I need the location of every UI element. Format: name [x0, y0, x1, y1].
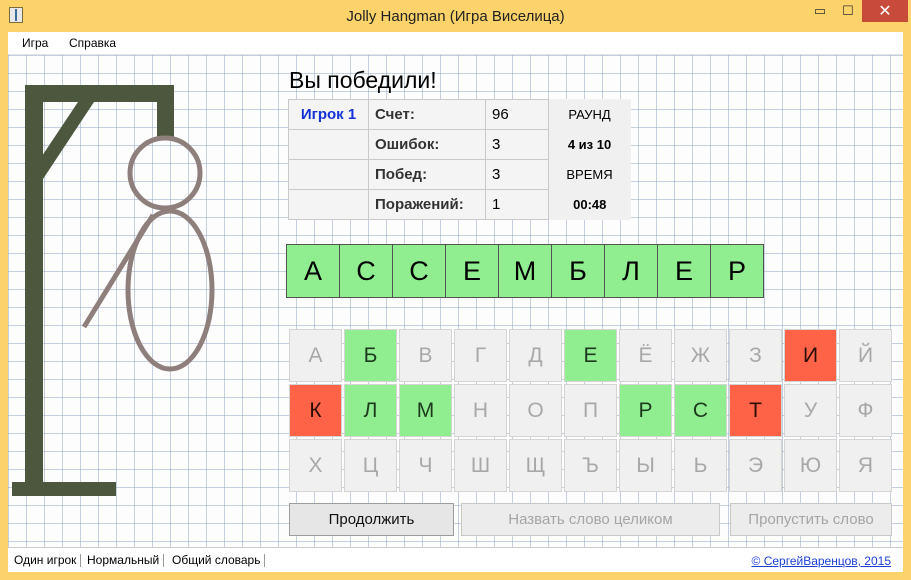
letter-key[interactable]: Н — [454, 384, 507, 437]
gallows-beam — [25, 85, 165, 102]
word-letter: Л — [604, 244, 658, 298]
word-letter: С — [339, 244, 393, 298]
game-area: Вы победили! Игрок 1 Счет: 96 РАУНД Ошиб… — [8, 55, 903, 547]
letter-key[interactable]: З — [729, 329, 782, 382]
gallows — [12, 85, 174, 496]
word-letter: А — [286, 244, 340, 298]
status-difficulty: Нормальный — [87, 554, 165, 567]
stat-value: 96 — [485, 99, 549, 130]
letter-key[interactable]: О — [509, 384, 562, 437]
letter-key[interactable]: У — [784, 384, 837, 437]
letter-key[interactable]: Ф — [839, 384, 892, 437]
round-value: 4 из 10 — [548, 129, 631, 160]
gallows-illustration — [12, 85, 215, 496]
letter-key[interactable]: Й — [839, 329, 892, 382]
letter-key[interactable]: Ш — [454, 439, 507, 492]
letter-key[interactable]: П — [564, 384, 617, 437]
word-letter: Е — [445, 244, 499, 298]
letter-key[interactable]: Ц — [344, 439, 397, 492]
letter-key[interactable]: Х — [289, 439, 342, 492]
letter-key[interactable]: Ё — [619, 329, 672, 382]
letter-key[interactable]: Л — [344, 384, 397, 437]
stats-empty-cell — [288, 189, 369, 220]
menu-help[interactable]: Справка — [69, 36, 116, 50]
figure-head — [127, 135, 203, 211]
stat-value: 1 — [485, 189, 549, 220]
letter-key[interactable]: Д — [509, 329, 562, 382]
letter-key[interactable]: Г — [454, 329, 507, 382]
round-label: РАУНД — [548, 99, 631, 130]
word-letter: Б — [551, 244, 605, 298]
title-bar[interactable]: Jolly Hangman (Игра Виселица) ▭ ☐ ✕ — [0, 0, 911, 32]
letter-key[interactable]: Ь — [674, 439, 727, 492]
menu-bar: Игра Справка — [8, 32, 903, 55]
letter-key[interactable]: М — [399, 384, 452, 437]
letter-key[interactable]: Ю — [784, 439, 837, 492]
guess-word-button[interactable]: Назвать слово целиком — [461, 503, 720, 536]
stats-empty-cell — [288, 159, 369, 190]
stat-label: Счет: — [368, 99, 486, 130]
status-dictionary: Общий словарь — [172, 554, 266, 567]
copyright-link[interactable]: © СергейВаренцов, 2015 — [752, 554, 891, 568]
continue-button[interactable]: Продолжить — [289, 503, 454, 536]
stats-table: Игрок 1 Счет: 96 РАУНД Ошибок: 3 4 из 10… — [288, 99, 631, 220]
letter-key[interactable]: Ж — [674, 329, 727, 382]
letter-key[interactable]: Ч — [399, 439, 452, 492]
win-message: Вы победили! — [289, 67, 437, 93]
letter-key[interactable]: Ъ — [564, 439, 617, 492]
skip-word-button[interactable]: Пропустить слово — [730, 503, 892, 536]
letter-key[interactable]: Я — [839, 439, 892, 492]
letter-key[interactable]: Ы — [619, 439, 672, 492]
letter-key[interactable]: Щ — [509, 439, 562, 492]
status-mode: Один игрок — [14, 554, 82, 567]
word-display: АССЕМБЛЕР — [286, 244, 764, 298]
maximize-button[interactable]: ☐ — [834, 0, 862, 22]
status-bar: Один игрок Нормальный Общий словарь © Се… — [8, 547, 903, 572]
time-label: ВРЕМЯ — [548, 159, 631, 190]
gallows-brace — [36, 102, 94, 179]
player-name: Игрок 1 — [288, 99, 369, 130]
letter-key[interactable]: Б — [344, 329, 397, 382]
gallows-rope — [157, 85, 174, 137]
word-letter: М — [498, 244, 552, 298]
window-title: Jolly Hangman (Игра Виселица) — [346, 8, 565, 25]
app-window: Jolly Hangman (Игра Виселица) ▭ ☐ ✕ Игра… — [0, 0, 911, 580]
word-letter: Р — [710, 244, 764, 298]
stats-empty-cell — [288, 129, 369, 160]
letter-key[interactable]: И — [784, 329, 837, 382]
stat-label: Ошибок: — [368, 129, 486, 160]
letter-key[interactable]: Э — [729, 439, 782, 492]
stat-value: 3 — [485, 159, 549, 190]
letter-key[interactable]: А — [289, 329, 342, 382]
menu-game[interactable]: Игра — [22, 36, 48, 50]
stat-label: Побед: — [368, 159, 486, 190]
minimize-button[interactable]: ▭ — [806, 0, 834, 22]
stat-label: Поражений: — [368, 189, 486, 220]
letter-keyboard: АБВГДЕЁЖЗИЙ КЛМНОПРСТУФ ХЦЧШЩЪЫЬЭЮЯ — [289, 329, 892, 492]
gallows-base — [12, 482, 116, 496]
word-letter: Е — [657, 244, 711, 298]
letter-key[interactable]: К — [289, 384, 342, 437]
letter-key[interactable]: В — [399, 329, 452, 382]
figure-arm — [81, 213, 156, 329]
gallows-post — [25, 85, 43, 495]
letter-key[interactable]: Т — [729, 384, 782, 437]
time-value: 00:48 — [548, 189, 631, 220]
letter-key[interactable]: Р — [619, 384, 672, 437]
letter-key[interactable]: С — [674, 384, 727, 437]
letter-key[interactable]: Е — [564, 329, 617, 382]
close-button[interactable]: ✕ — [862, 0, 908, 22]
stat-value: 3 — [485, 129, 549, 160]
word-letter: С — [392, 244, 446, 298]
hanged-figure — [81, 135, 215, 372]
